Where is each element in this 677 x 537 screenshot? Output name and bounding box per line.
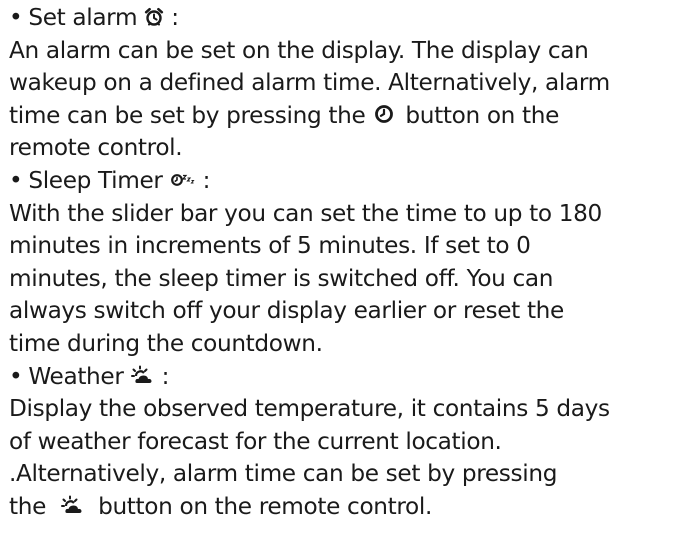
body-line: wakeup on a defined alarm time. Alternat…	[9, 69, 610, 97]
body-text: button on the remote control.	[98, 492, 432, 520]
body-line-with-icon: time can be set by pressing the button o…	[9, 100, 673, 133]
body-line: .Alternatively, alarm time can be set by…	[9, 460, 558, 488]
body-line: Display the observed temperature, it con…	[9, 395, 610, 423]
body-line: An alarm can be set on the display. The …	[9, 36, 589, 64]
set-alarm-heading: • Set alarm :	[9, 2, 673, 35]
weather-icon	[130, 365, 155, 385]
body-line: remote control.	[9, 134, 183, 162]
heading-colon: :	[202, 166, 211, 194]
clock-icon	[374, 104, 394, 124]
set-alarm-title: Set alarm	[28, 4, 138, 31]
body-text: time can be set by pressing the	[9, 101, 366, 129]
heading-colon: :	[161, 362, 170, 390]
alarm-clock-icon	[144, 7, 164, 27]
weather-icon	[61, 495, 85, 515]
body-text: the	[9, 492, 47, 520]
sleep-timer-heading: • Sleep Timer :	[9, 165, 673, 198]
body-text: button on the	[405, 101, 560, 129]
bullet: •	[9, 4, 23, 31]
body-line: always switch off your display earlier o…	[9, 297, 564, 325]
body-line: minutes in increments of 5 minutes. If s…	[9, 232, 531, 260]
sleep-timer-title: Sleep Timer	[28, 166, 163, 194]
bullet: •	[9, 362, 23, 390]
body-line: With the slider bar you can set the time…	[9, 199, 602, 227]
bullet: •	[9, 166, 23, 194]
body-line-with-icon: the button on the remote control.	[9, 491, 673, 524]
sleep-timer-icon	[170, 171, 196, 187]
body-line: of weather forecast for the current loca…	[9, 427, 502, 455]
weather-heading: • Weather :	[9, 361, 673, 394]
weather-title: Weather	[28, 362, 124, 390]
body-line: minutes, the sleep timer is switched off…	[9, 264, 554, 292]
body-line: time during the countdown.	[9, 329, 323, 357]
manual-text-block: • Set alarm : An alarm can be set on the …	[9, 2, 673, 524]
heading-colon: :	[171, 4, 179, 31]
